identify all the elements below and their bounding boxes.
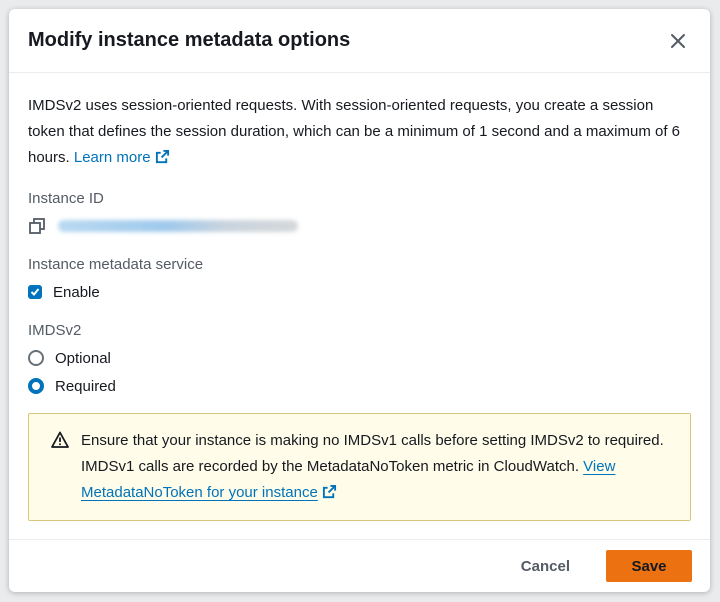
enable-checkbox-row[interactable]: Enable [28, 281, 691, 303]
save-button[interactable]: Save [606, 550, 692, 582]
radio-optional-row[interactable]: Optional [28, 347, 691, 369]
radio-optional[interactable] [28, 350, 44, 366]
radio-required[interactable] [28, 378, 44, 394]
learn-more-link[interactable]: Learn more [74, 149, 170, 166]
cancel-button[interactable]: Cancel [501, 550, 590, 582]
radio-optional-label: Optional [55, 349, 111, 367]
close-button[interactable] [664, 27, 692, 55]
instance-id-value-redacted [58, 220, 298, 232]
warning-alert: Ensure that your instance is making no I… [28, 413, 691, 521]
alert-message: Ensure that your instance is making no I… [81, 432, 664, 475]
checkmark-icon [30, 288, 40, 296]
modal-header: Modify instance metadata options [9, 9, 710, 73]
enable-label: Enable [53, 283, 100, 301]
external-link-icon [322, 484, 336, 499]
modal-body: IMDSv2 uses session-oriented requests. W… [9, 73, 710, 521]
description: IMDSv2 uses session-oriented requests. W… [28, 93, 691, 171]
radio-required-row[interactable]: Required [28, 375, 691, 397]
enable-checkbox[interactable] [28, 285, 42, 299]
copy-icon[interactable] [28, 217, 46, 235]
modal-footer: Cancel Save [9, 539, 710, 592]
instance-id-row [28, 215, 691, 237]
modal-title: Modify instance metadata options [28, 29, 351, 51]
warning-icon [51, 431, 69, 448]
instance-id-label: Instance ID [28, 190, 104, 207]
close-icon [671, 33, 685, 48]
alert-text: Ensure that your instance is making no I… [81, 428, 672, 506]
radio-required-label: Required [55, 377, 116, 395]
imdsv2-label: IMDSv2 [28, 322, 82, 339]
learn-more-label: Learn more [73, 149, 151, 166]
metadata-service-label: Instance metadata service [28, 256, 204, 273]
modal-dialog: Modify instance metadata options IMDSv2 … [9, 9, 710, 592]
external-link-icon [155, 149, 169, 164]
